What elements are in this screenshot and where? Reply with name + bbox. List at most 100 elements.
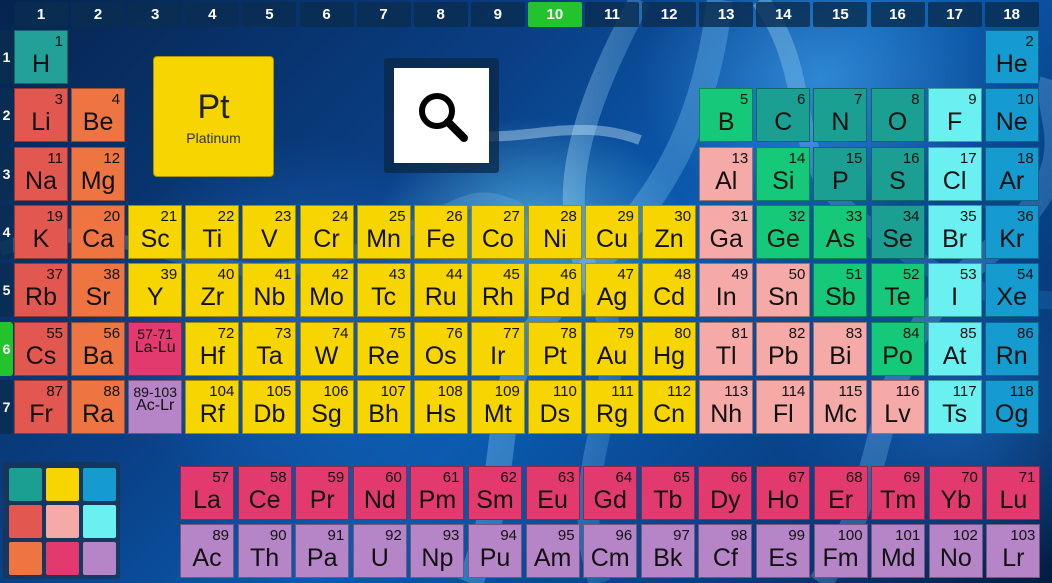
element-cs[interactable]: 55 Cs: [14, 321, 68, 376]
element-mc[interactable]: 115 Mc: [813, 379, 868, 434]
element-hs[interactable]: 108 Hs: [413, 379, 468, 434]
element-rf[interactable]: 104 Rf: [185, 379, 240, 434]
element-db[interactable]: 105 Db: [242, 379, 297, 434]
element-ne[interactable]: 10 Ne: [984, 88, 1039, 143]
element-ce[interactable]: 58 Ce: [237, 466, 292, 520]
group-header-3[interactable]: 3: [128, 2, 183, 27]
element-bk[interactable]: 97 Bk: [640, 524, 695, 578]
element-b[interactable]: 5B: [699, 88, 754, 143]
element-si[interactable]: 14 Si: [756, 146, 811, 201]
element-pd[interactable]: 46 Pd: [527, 263, 582, 318]
legend-swatch-alkali[interactable]: [9, 505, 42, 538]
element-na[interactable]: 11 Na: [14, 146, 68, 201]
element-eu[interactable]: 63 Eu: [525, 466, 580, 520]
element-pt[interactable]: 78 Pt: [527, 321, 582, 376]
element-mg[interactable]: 12 Mg: [71, 146, 126, 201]
element-at[interactable]: 85 At: [927, 321, 982, 376]
element-y[interactable]: 39 Y: [128, 263, 183, 318]
element-mt[interactable]: 109 Mt: [470, 379, 525, 434]
element-ta[interactable]: 73 Ta: [242, 321, 297, 376]
element-kr[interactable]: 36 Kr: [984, 204, 1039, 259]
period-header-1[interactable]: 1: [0, 30, 13, 84]
element-re[interactable]: 75 Re: [356, 321, 411, 376]
element-h[interactable]: 1H: [14, 30, 68, 84]
element-fr[interactable]: 87 Fr: [14, 379, 68, 434]
element-cm[interactable]: 96 Cm: [583, 524, 638, 578]
element-li[interactable]: 3 Li: [14, 88, 68, 143]
element-xe[interactable]: 54 Xe: [984, 263, 1039, 318]
element-ge[interactable]: 32 Ge: [756, 204, 811, 259]
element-te[interactable]: 52 Te: [870, 263, 925, 318]
element-pr[interactable]: 59 Pr: [295, 466, 350, 520]
element-ts[interactable]: 117 Ts: [927, 379, 982, 434]
element-pb[interactable]: 82 Pb: [756, 321, 811, 376]
group-header-15[interactable]: 15: [813, 2, 868, 27]
element-tm[interactable]: 69 Tm: [871, 466, 926, 520]
element-pa[interactable]: 91 Pa: [295, 524, 350, 578]
group-header-2[interactable]: 2: [71, 2, 126, 27]
legend-swatch-halogen[interactable]: [83, 505, 116, 538]
group-header-10[interactable]: 10: [527, 2, 582, 27]
element-os[interactable]: 76 Os: [413, 321, 468, 376]
element-nb[interactable]: 41 Nb: [242, 263, 297, 318]
period-header-3[interactable]: 3: [0, 146, 13, 201]
group-header-14[interactable]: 14: [756, 2, 811, 27]
series-link-la-lu[interactable]: 57-71 La-Lu: [128, 321, 183, 376]
element-sc[interactable]: 21 Sc: [128, 204, 183, 259]
element-k[interactable]: 19 K: [14, 204, 68, 259]
element-gd[interactable]: 64 Gd: [583, 466, 638, 520]
element-mo[interactable]: 42 Mo: [299, 263, 354, 318]
element-th[interactable]: 90 Th: [237, 524, 292, 578]
element-lu[interactable]: 71 Lu: [986, 466, 1041, 520]
element-f[interactable]: 9F: [927, 88, 982, 143]
element-fl[interactable]: 114 Fl: [756, 379, 811, 434]
element-po[interactable]: 84 Po: [870, 321, 925, 376]
legend-swatch-noble[interactable]: [83, 468, 116, 501]
legend-swatch-nonmetal[interactable]: [9, 468, 42, 501]
element-p[interactable]: 15 P: [813, 146, 868, 201]
element-i[interactable]: 53 I: [927, 263, 982, 318]
element-hf[interactable]: 72 Hf: [185, 321, 240, 376]
element-se[interactable]: 34 Se: [870, 204, 925, 259]
element-mn[interactable]: 25 Mn: [356, 204, 411, 259]
element-he[interactable]: 2 He: [984, 30, 1039, 84]
element-ba[interactable]: 56 Ba: [71, 321, 126, 376]
element-al[interactable]: 13 Al: [699, 146, 754, 201]
element-lv[interactable]: 116 Lv: [870, 379, 925, 434]
element-md[interactable]: 101 Md: [871, 524, 926, 578]
element-fm[interactable]: 100 Fm: [813, 524, 868, 578]
group-header-16[interactable]: 16: [870, 2, 925, 27]
element-ra[interactable]: 88 Ra: [71, 379, 126, 434]
period-header-4[interactable]: 4: [0, 204, 13, 259]
element-w[interactable]: 74 W: [299, 321, 354, 376]
element-as[interactable]: 33 As: [813, 204, 868, 259]
element-dy[interactable]: 66 Dy: [698, 466, 753, 520]
element-rg[interactable]: 111 Rg: [585, 379, 639, 434]
element-er[interactable]: 68 Er: [813, 466, 868, 520]
element-np[interactable]: 93 Np: [410, 524, 465, 578]
element-rh[interactable]: 45 Rh: [470, 263, 525, 318]
element-fe[interactable]: 26 Fe: [413, 204, 468, 259]
element-og[interactable]: 118 Og: [984, 379, 1039, 434]
element-cl[interactable]: 17 Cl: [927, 146, 982, 201]
element-ds[interactable]: 110 Ds: [527, 379, 582, 434]
group-header-1[interactable]: 1: [14, 2, 68, 27]
group-header-18[interactable]: 18: [984, 2, 1039, 27]
element-rb[interactable]: 37 Rb: [14, 263, 68, 318]
element-nd[interactable]: 60 Nd: [352, 466, 407, 520]
series-link-ac-lr[interactable]: 89-103 Ac-Lr: [128, 379, 183, 434]
element-ac[interactable]: 89 Ac: [180, 524, 234, 578]
group-header-7[interactable]: 7: [356, 2, 411, 27]
search-button[interactable]: [394, 68, 489, 163]
legend-swatch-lanthanide[interactable]: [46, 542, 79, 575]
period-header-5[interactable]: 5: [0, 263, 13, 318]
element-in[interactable]: 49 In: [699, 263, 754, 318]
element-sg[interactable]: 106 Sg: [299, 379, 354, 434]
element-hg[interactable]: 80 Hg: [642, 321, 697, 376]
element-tc[interactable]: 43 Tc: [356, 263, 411, 318]
element-ga[interactable]: 31 Ga: [699, 204, 754, 259]
element-n[interactable]: 7N: [813, 88, 868, 143]
group-header-13[interactable]: 13: [699, 2, 754, 27]
group-header-12[interactable]: 12: [642, 2, 697, 27]
legend-swatch-transition[interactable]: [46, 468, 79, 501]
